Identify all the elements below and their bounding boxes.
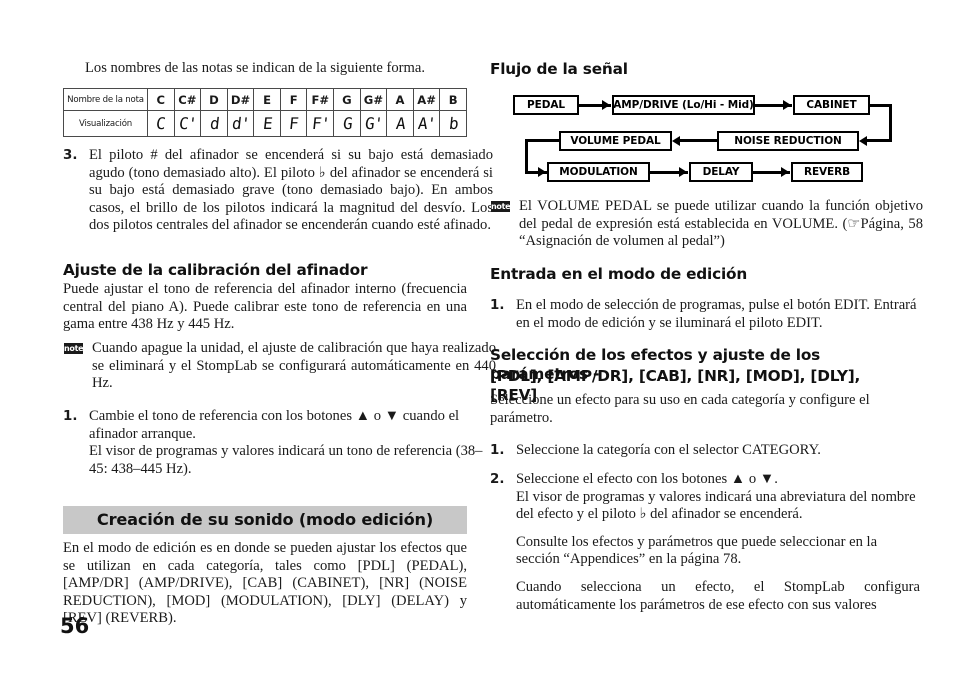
segment-glyph: G' xyxy=(363,113,384,133)
note-name-cell: C xyxy=(147,88,175,111)
list-item-2-efecto: 2. Seleccione el efecto con los botones … xyxy=(490,471,920,614)
display-cell: F xyxy=(279,110,308,137)
seleccion-paragraph: Seleccione un efecto para su uso en cada… xyxy=(490,392,870,426)
diagram-box-delay: DELAY xyxy=(689,162,753,182)
note-icon: note xyxy=(491,201,510,212)
list-item-2-sub2: Consulte los efectos y parámetros que pu… xyxy=(516,533,878,568)
segment-glyph: F' xyxy=(310,113,330,133)
list-item-1-calibracion: 1. Cambie el tono de referencia con los … xyxy=(63,408,493,478)
note-name-cell: A# xyxy=(412,88,441,111)
diagram-box-amp-drive: AMP/DRIVE (Lo/Hi - Mid) xyxy=(612,95,755,115)
display-cell: F' xyxy=(306,110,335,137)
segment-glyph: A xyxy=(394,113,406,133)
table-row-displays: Visualización C C' d d' E F F' G G' A A'… xyxy=(63,110,467,137)
display-cell: E xyxy=(253,110,281,137)
list-number: 1. xyxy=(490,443,505,458)
note-name-cell: D xyxy=(200,88,228,111)
segment-glyph: d xyxy=(208,113,220,133)
arrow-left-icon xyxy=(672,135,680,146)
note-name-cell: D# xyxy=(226,88,255,111)
list-number: 1. xyxy=(490,298,505,313)
diagram-box-noise-reduction: NOISE REDUCTION xyxy=(717,131,859,151)
note-block-volume-pedal: note El VOLUME PEDAL se puede utilizar c… xyxy=(490,198,923,251)
note-block-calibracion: note Cuando apague la unidad, el ajuste … xyxy=(63,340,496,393)
arrow-right-icon xyxy=(781,167,789,177)
display-cell: C' xyxy=(173,110,202,137)
note-name-cell: F# xyxy=(306,88,335,111)
signal-flow-diagram: PEDAL AMP/DRIVE (Lo/Hi - Mid) CABINET NO… xyxy=(490,90,894,186)
display-cell: b xyxy=(439,110,467,137)
heading-flujo-senal: Flujo de la señal xyxy=(490,60,628,78)
segment-glyph: E xyxy=(261,113,273,133)
display-cell: d' xyxy=(226,110,255,137)
note-name-cell: A xyxy=(386,88,414,111)
segment-glyph: C' xyxy=(177,113,198,133)
list-number: 3. xyxy=(63,148,78,163)
manual-page: Los nombres de las notas se indican de l… xyxy=(0,0,954,677)
note-name-cell: G# xyxy=(359,88,388,111)
arrow-right-icon xyxy=(783,100,791,110)
diagram-connector xyxy=(889,103,892,142)
note-block-text: El VOLUME PEDAL se puede utilizar cuando… xyxy=(519,198,923,250)
list-item-1-entrada: 1. En el modo de selección de programas,… xyxy=(490,297,920,332)
note-name-table: Nombre de la nota C C# D D# E F F# G G# … xyxy=(63,88,467,137)
row-label-note-name: Nombre de la nota xyxy=(63,88,148,111)
display-cell: G' xyxy=(359,110,388,137)
diagram-box-cabinet: CABINET xyxy=(793,95,870,115)
diagram-connector xyxy=(525,139,560,142)
segment-glyph: F xyxy=(288,113,300,133)
diagram-box-volume-pedal: VOLUME PEDAL xyxy=(559,131,672,151)
section-banner-creacion: Creación de su sonido (modo edición) xyxy=(63,506,467,534)
display-cell: A' xyxy=(412,110,441,137)
arrow-right-icon xyxy=(602,100,610,110)
list-number: 2. xyxy=(490,472,505,487)
list-number: 1. xyxy=(63,409,78,424)
diagram-connector xyxy=(525,139,528,173)
note-name-cell: B xyxy=(439,88,467,111)
segment-glyph: d' xyxy=(230,113,251,133)
diagram-box-pedal: PEDAL xyxy=(513,95,579,115)
segment-glyph: C xyxy=(155,113,167,133)
calibracion-paragraph: Puede ajustar el tono de referencia del … xyxy=(63,281,467,333)
note-name-cell: F xyxy=(279,88,308,111)
segment-glyph: A' xyxy=(416,113,437,133)
note-icon: note xyxy=(64,343,83,354)
list-item-1-text: Cambie el tono de referencia con los bot… xyxy=(89,408,460,442)
row-label-visualizacion: Visualización xyxy=(63,110,148,137)
page-number: 56 xyxy=(60,614,90,638)
list-item-3: 3. El piloto # del afinador se encenderá… xyxy=(63,147,493,235)
diagram-box-modulation: MODULATION xyxy=(547,162,650,182)
heading-entrada-modo-edicion: Entrada en el modo de edición xyxy=(490,265,748,283)
list-item-1-entrada-text: En el modo de selección de programas, pu… xyxy=(516,297,917,331)
diagram-connector xyxy=(867,139,891,142)
display-cell: C xyxy=(147,110,175,137)
segment-glyph: G xyxy=(341,113,353,133)
list-item-2-sub3: Cuando selecciona un efecto, el StompLab… xyxy=(516,578,920,613)
list-item-2-sub1: El visor de programas y valores indicará… xyxy=(516,488,916,523)
arrow-left-icon xyxy=(859,135,867,146)
arrow-right-icon xyxy=(538,167,546,177)
diagram-box-reverb: REVERB xyxy=(791,162,863,182)
list-item-2-efecto-text: Seleccione el efecto con los botones ▲ o… xyxy=(516,471,778,487)
list-item-1-subtext: El visor de programas y valores indicará… xyxy=(89,443,483,477)
list-item-3-text: El piloto # del afinador se encenderá si… xyxy=(89,147,493,234)
note-name-cell: C# xyxy=(173,88,202,111)
segment-glyph: b xyxy=(447,113,459,133)
note-name-cell: E xyxy=(253,88,281,111)
list-item-1-categoria: 1. Seleccione la categoría con el select… xyxy=(490,442,920,460)
arrow-right-icon xyxy=(679,167,687,177)
diagram-connector xyxy=(680,139,717,142)
banner-paragraph: En el modo de edición es en donde se pue… xyxy=(63,540,467,627)
note-name-cell: G xyxy=(333,88,361,111)
display-cell: d xyxy=(200,110,228,137)
display-cell: A xyxy=(386,110,414,137)
note-block-text: Cuando apague la unidad, el ajuste de ca… xyxy=(92,340,496,392)
intro-paragraph: Los nombres de las notas se indican de l… xyxy=(85,60,426,76)
list-item-1-categoria-text: Seleccione la categoría con el selector … xyxy=(516,442,821,458)
display-cell: G xyxy=(333,110,361,137)
table-row-note-names: Nombre de la nota C C# D D# E F F# G G# … xyxy=(63,88,467,111)
heading-ajuste-calibracion: Ajuste de la calibración del afinador xyxy=(63,261,368,279)
